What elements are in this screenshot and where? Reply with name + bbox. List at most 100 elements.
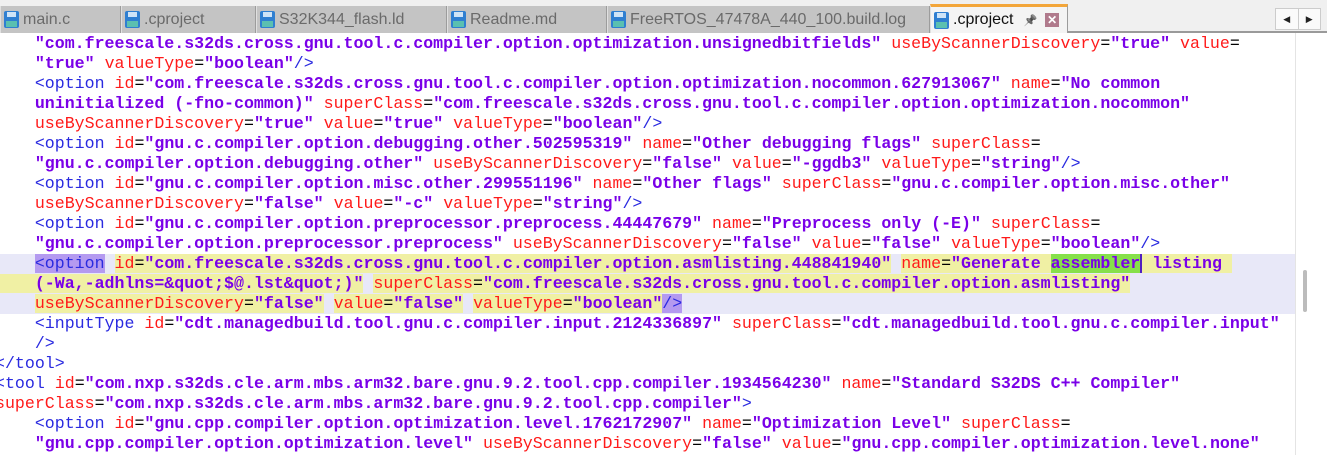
xml-editor[interactable]: "com.freescale.s32ds.cross.gnu.tool.c.co… bbox=[0, 33, 1295, 455]
tab-readme-md[interactable]: Readme.md bbox=[447, 6, 607, 33]
xml-equals: = bbox=[1060, 414, 1071, 433]
xml-equals: = bbox=[1050, 74, 1061, 93]
code-line[interactable]: useByScannerDiscovery="false" value="fal… bbox=[0, 294, 1295, 314]
xml-tag: /> bbox=[622, 194, 643, 213]
code-line[interactable]: "gnu.cpp.compiler.option.optimization.le… bbox=[0, 434, 1295, 454]
tab-freertos-build-log[interactable]: FreeRTOS_47478A_440_100.build.log bbox=[607, 6, 930, 33]
code-line[interactable]: <option id="gnu.c.compiler.option.prepro… bbox=[0, 214, 1295, 234]
xml-attribute: valueType bbox=[453, 114, 543, 133]
tab-s32k344-flash-ld[interactable]: S32K344_flash.ld bbox=[256, 6, 447, 33]
code-line[interactable]: <inputType id="cdt.managedbuild.tool.gnu… bbox=[0, 314, 1295, 334]
code-line[interactable]: "gnu.c.compiler.option.preprocessor.prep… bbox=[0, 234, 1295, 254]
pin-icon[interactable]: 📌 bbox=[1023, 14, 1037, 27]
code-line[interactable]: /> bbox=[0, 334, 1295, 354]
xml-attribute: superClass bbox=[0, 394, 95, 413]
xml-equals: = bbox=[94, 394, 105, 413]
xml-attribute: name bbox=[901, 254, 942, 273]
code-line[interactable]: <option id="gnu.c.compiler.option.misc.o… bbox=[0, 174, 1295, 194]
code-line[interactable]: (-Wa,-adhlns=&quot;$@.lst&quot;)" superC… bbox=[0, 274, 1295, 294]
code-line[interactable]: uninitialized (-fno-common)" superClass=… bbox=[0, 94, 1295, 114]
tab-main-c[interactable]: main.c bbox=[0, 6, 121, 33]
xml-equals: = bbox=[542, 114, 553, 133]
xml-attribute: superClass bbox=[961, 414, 1061, 433]
code-line[interactable]: useByScannerDiscovery="false" value="-c"… bbox=[0, 194, 1295, 214]
xml-equals: = bbox=[383, 294, 394, 313]
tab-label: S32K344_flash.ld bbox=[279, 10, 405, 28]
xml-attribute: valueType bbox=[104, 54, 195, 73]
xml-equals: = bbox=[134, 414, 145, 433]
xml-equals: = bbox=[1090, 214, 1101, 233]
xml-value: "false" bbox=[871, 234, 942, 253]
code-line[interactable]: <option id="gnu.c.compiler.option.debugg… bbox=[0, 134, 1295, 154]
xml-tag: /> bbox=[642, 114, 663, 133]
close-icon[interactable]: ✕ bbox=[1045, 13, 1060, 27]
xml-value: "gnu.c.compiler.option.preprocessor.prep… bbox=[144, 214, 703, 233]
vertical-scrollbar[interactable] bbox=[1295, 33, 1327, 455]
xml-value: "string" bbox=[980, 154, 1061, 173]
xml-tag: <option bbox=[34, 254, 105, 273]
scrollbar-thumb[interactable] bbox=[1303, 270, 1307, 312]
xml-value: "gnu.c.compiler.option.misc.other.299551… bbox=[144, 174, 583, 193]
code-line[interactable]: "com.freescale.s32ds.cross.gnu.tool.c.co… bbox=[0, 34, 1295, 54]
code-line[interactable]: "true" valueType="boolean"/> bbox=[0, 54, 1295, 74]
xml-attribute: valueType bbox=[881, 154, 971, 173]
xml-value: "Other flags" bbox=[642, 174, 772, 193]
xml-attribute: superClass bbox=[931, 134, 1031, 153]
xml-equals: = bbox=[134, 74, 145, 93]
xml-equals: = bbox=[941, 254, 952, 273]
code-line[interactable]: <tool id="com.nxp.s32ds.cle.arm.mbs.arm3… bbox=[0, 374, 1295, 394]
xml-value: "gnu.cpp.compiler.optimization.level.non… bbox=[841, 434, 1260, 453]
xml-attribute: value bbox=[1180, 34, 1230, 53]
xml-attribute: name bbox=[841, 374, 882, 393]
code-line[interactable]: <option id="com.freescale.s32ds.cross.gn… bbox=[0, 74, 1295, 94]
scroll-left-icon[interactable]: ◀ bbox=[1276, 9, 1298, 29]
xml-value: "com.freescale.s32ds.cross.gnu.tool.c.co… bbox=[433, 94, 1190, 113]
tab-cproject-active[interactable]: .cproject 📌 ✕ bbox=[930, 4, 1068, 33]
tab-scroll-buttons: ◀ ▶ bbox=[1275, 8, 1321, 30]
xml-value: "gnu.c.compiler.option.debugging.other" bbox=[34, 154, 424, 173]
xml-value: "true" bbox=[1110, 34, 1171, 53]
xml-attribute: name bbox=[642, 134, 683, 153]
xml-value: (-Wa,-adhlns=&quot;$@.lst&quot;)" bbox=[0, 274, 364, 293]
xml-equals: = bbox=[243, 114, 254, 133]
code-line[interactable]: </tool> bbox=[0, 354, 1295, 374]
xml-value: "com.nxp.s32ds.cle.arm.mbs.arm32.bare.gn… bbox=[104, 394, 742, 413]
tab-cproject[interactable]: .cproject bbox=[121, 6, 256, 33]
code-line[interactable]: superClass="com.nxp.s32ds.cle.arm.mbs.ar… bbox=[0, 394, 1295, 414]
code-line[interactable]: <option id="com.freescale.s32ds.cross.gn… bbox=[0, 254, 1295, 274]
code-line[interactable]: <option id="gnu.cpp.compiler.option.opti… bbox=[0, 414, 1295, 434]
xml-attribute: superClass bbox=[731, 314, 832, 333]
xml-attribute: useByScannerDiscovery bbox=[512, 234, 722, 253]
xml-tag: > bbox=[741, 394, 752, 413]
xml-equals: = bbox=[632, 174, 643, 193]
xml-value: "com.freescale.s32ds.cross.gnu.tool.c.co… bbox=[482, 274, 1131, 293]
xml-value: "Other debugging flags" bbox=[692, 134, 922, 153]
xml-equals: = bbox=[243, 194, 254, 213]
xml-attribute: superClass bbox=[373, 274, 474, 293]
code-line[interactable]: "gnu.c.compiler.option.debugging.other" … bbox=[0, 154, 1295, 174]
code-line[interactable]: useByScannerDiscovery="true" value="true… bbox=[0, 114, 1295, 134]
xml-tag: /> bbox=[1060, 154, 1081, 173]
scroll-right-icon[interactable]: ▶ bbox=[1297, 9, 1321, 29]
xml-tag: </tool> bbox=[0, 354, 65, 373]
xml-equals: = bbox=[881, 174, 892, 193]
